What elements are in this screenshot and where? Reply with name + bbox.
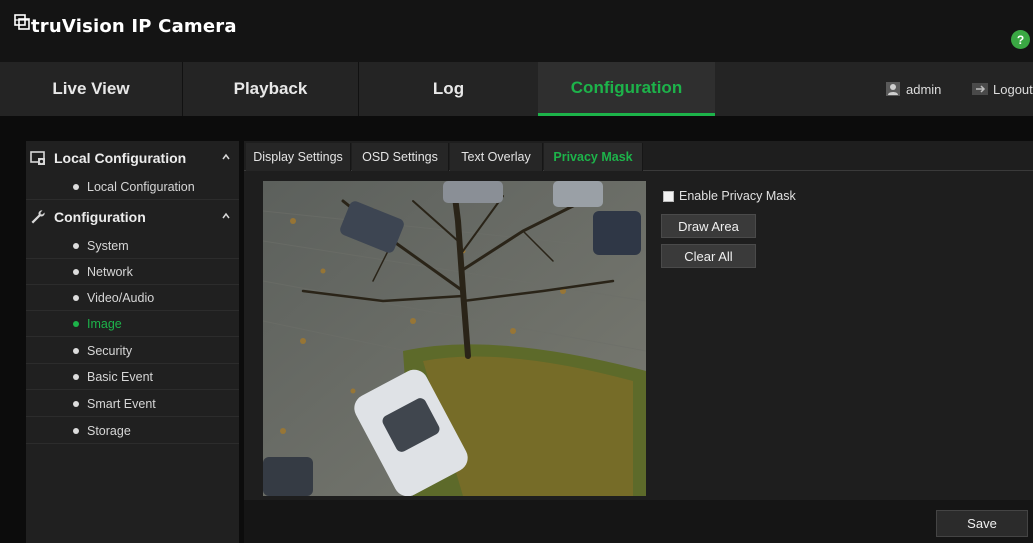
sidebar-item-local-configuration[interactable]: Local Configuration [26,174,239,200]
sidebar-item-video-audio[interactable]: Video/Audio [26,285,239,311]
main-panel: Display Settings OSD Settings Text Overl… [244,141,1033,543]
header: truVision IP Camera ? [0,0,1033,62]
nav-tab-configuration[interactable]: Configuration [538,62,715,116]
enable-privacy-mask-option[interactable]: Enable Privacy Mask [663,189,796,203]
sidebar-section-title: Configuration [54,209,146,225]
bullet-icon [73,320,79,327]
tab-display-settings[interactable]: Display Settings [246,143,351,171]
sidebar-item-network[interactable]: Network [26,259,239,285]
bullet-icon [73,373,79,380]
sidebar-item-label: Smart Event [87,396,156,411]
tab-privacy-mask[interactable]: Privacy Mask [544,143,643,171]
wrench-icon [31,210,45,224]
camera-video-preview[interactable] [263,181,646,496]
logout-label: Logout [993,81,1033,97]
sidebar-item-basic-event[interactable]: Basic Event [26,364,239,390]
sidebar: Local Configuration Local Configuration … [26,141,239,543]
clear-all-button[interactable]: Clear All [661,244,756,268]
brand-mark-icon [14,14,30,30]
sidebar-item-label: Basic Event [87,369,154,384]
user-menu[interactable]: admin [886,62,941,116]
sidebar-section-title: Local Configuration [54,150,187,166]
sidebar-item-label: Image [87,316,122,331]
camera-feed-image [263,181,646,496]
nav-tab-live-view[interactable]: Live View [0,62,183,116]
help-button[interactable]: ? [1011,30,1030,49]
draw-area-button[interactable]: Draw Area [661,214,756,238]
sidebar-item-smart-event[interactable]: Smart Event [26,391,239,417]
tab-osd-settings[interactable]: OSD Settings [352,143,449,171]
sidebar-item-label: Video/Audio [87,290,155,305]
bullet-icon [73,427,79,434]
sub-tab-bar: Display Settings OSD Settings Text Overl… [244,141,1033,171]
logout-icon [972,83,988,95]
user-icon [886,82,900,96]
brand-logo: truVision IP Camera [14,12,237,42]
bullet-icon [73,268,79,275]
chevron-up-icon[interactable] [222,212,230,220]
top-navigation: Live View Playback Log Configuration adm… [0,62,1033,116]
nav-tab-log[interactable]: Log [359,62,538,116]
tab-text-overlay[interactable]: Text Overlay [450,143,543,171]
logout-button[interactable]: Logout [972,62,1033,116]
sidebar-item-label: Local Configuration [87,179,195,194]
enable-privacy-mask-checkbox[interactable] [663,190,674,202]
sidebar-section-local-configuration[interactable]: Local Configuration [26,144,239,172]
sidebar-item-label: System [87,238,129,253]
sidebar-item-system[interactable]: System [26,233,239,259]
save-button[interactable]: Save [936,510,1028,537]
bullet-icon [73,347,79,354]
sidebar-item-security[interactable]: Security [26,338,239,364]
bullet-icon [73,294,79,301]
monitor-settings-icon [30,151,45,165]
bullet-icon [73,242,79,249]
bullet-icon [73,400,79,407]
username-label: admin [906,81,942,97]
chevron-up-icon[interactable] [222,153,230,161]
sidebar-item-label: Network [87,264,133,279]
bullet-icon [73,183,79,190]
footer-bar: Save [244,500,1033,543]
sidebar-item-storage[interactable]: Storage [26,418,239,444]
brand-title: truVision IP Camera [31,16,237,37]
sidebar-item-label: Security [87,343,133,358]
sidebar-item-label: Storage [87,423,131,438]
sidebar-item-image[interactable]: Image [26,311,239,337]
nav-tab-playback[interactable]: Playback [183,62,359,116]
sidebar-section-configuration[interactable]: Configuration [26,203,239,231]
enable-privacy-mask-label: Enable Privacy Mask [679,189,796,203]
